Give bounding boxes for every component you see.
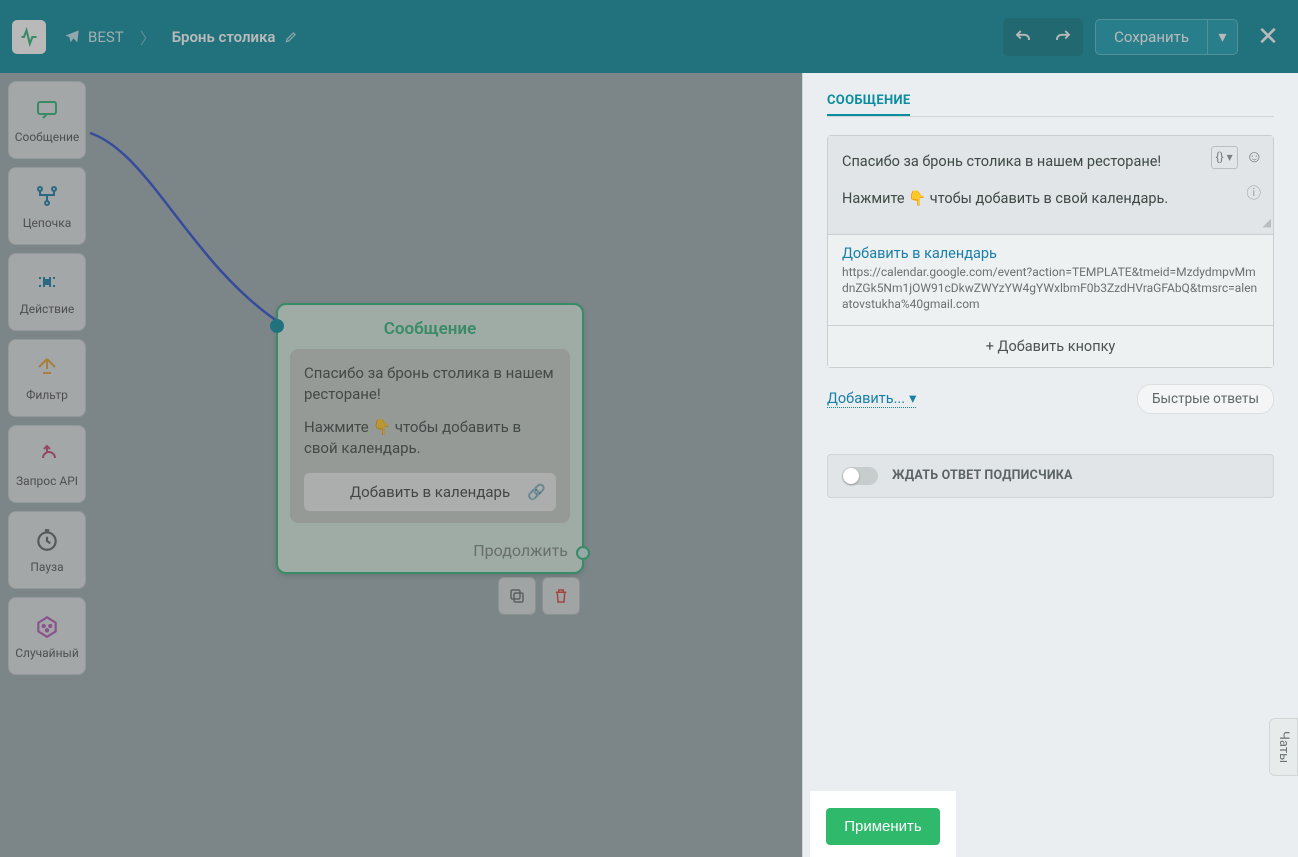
node-button-label: Добавить в календарь (350, 483, 510, 501)
editor-line1: Спасибо за бронь столика в нашем рестора… (842, 150, 1213, 173)
copy-icon (508, 587, 526, 605)
bot-name: BEST (88, 28, 124, 46)
tool-label: Пауза (30, 560, 63, 574)
api-icon (33, 440, 61, 468)
breadcrumb: BEST 〉 Бронь столика (64, 25, 1003, 49)
editor-textarea[interactable]: Спасибо за бронь столика в нашем рестора… (828, 136, 1273, 234)
redo-icon (1054, 28, 1072, 46)
button-url: https://calendar.google.com/event?action… (842, 264, 1259, 313)
top-actions: Сохранить ▾ ✕ (1003, 18, 1286, 56)
add-button[interactable]: + Добавить кнопку (828, 325, 1273, 367)
node-text-line1: Спасибо за бронь столика в нашем рестора… (304, 363, 556, 405)
random-icon (33, 612, 61, 640)
duplicate-button[interactable] (498, 577, 536, 615)
quick-replies-button[interactable]: Быстрые ответы (1137, 384, 1274, 414)
node-text: Спасибо за бронь столика в нашем рестора… (304, 363, 556, 459)
wait-toggle[interactable] (842, 467, 878, 485)
button-config[interactable]: Добавить в календарь https://calendar.go… (828, 234, 1273, 325)
close-icon: ✕ (1257, 22, 1279, 52)
tool-api[interactable]: Запрос API (8, 425, 86, 503)
message-editor: Спасибо за бронь столика в нашем рестора… (827, 135, 1274, 368)
node-button[interactable]: Добавить в календарь 🔗 (304, 473, 556, 511)
wait-label: ЖДАТЬ ОТВЕТ ПОДПИСЧИКА (892, 468, 1073, 483)
pulse-icon (19, 27, 39, 47)
node-title: Сообщение (278, 305, 582, 349)
save-group: Сохранить ▾ (1095, 19, 1238, 55)
node-text-line2: Нажмите 👇 чтобы добавить в свой календар… (304, 417, 556, 459)
tool-label: Случайный (15, 646, 79, 660)
node-continue[interactable]: Продолжить (278, 535, 582, 572)
wait-response-block: ЖДАТЬ ОТВЕТ ПОДПИСЧИКА (827, 454, 1274, 498)
chevron-down-icon: ▾ (909, 390, 916, 407)
info-icon[interactable]: ⓘ (1247, 182, 1262, 205)
save-dropdown[interactable]: ▾ (1207, 20, 1237, 54)
resize-handle[interactable]: ◢ (1263, 214, 1271, 232)
editor-footer-row: Добавить... ▾ Быстрые ответы (827, 384, 1274, 414)
add-element-label: Добавить... (827, 390, 905, 407)
telegram-icon (64, 29, 80, 45)
tool-pause[interactable]: Пауза (8, 511, 86, 589)
delete-button[interactable] (542, 577, 580, 615)
node-port-out[interactable] (576, 546, 590, 560)
trash-icon (552, 587, 570, 605)
top-bar: BEST 〉 Бронь столика Сохранить ▾ ✕ (0, 0, 1298, 73)
variable-button[interactable]: {} ▾ (1211, 146, 1238, 169)
chats-tab[interactable]: Чаты (1269, 718, 1298, 776)
tool-label: Фильтр (26, 388, 68, 402)
apply-button[interactable]: Применить (826, 808, 940, 845)
node-port-in[interactable] (270, 319, 284, 333)
editor-tools: {} ▾ ☺ (1211, 144, 1263, 171)
logo-button[interactable] (12, 20, 46, 54)
pause-icon (33, 526, 61, 554)
link-icon: 🔗 (527, 483, 546, 501)
tool-random[interactable]: Случайный (8, 597, 86, 675)
redo-button[interactable] (1043, 18, 1083, 56)
chevron-right-icon: 〉 (140, 25, 156, 49)
flow-name: Бронь столика (172, 28, 276, 46)
undo-redo-group (1003, 18, 1083, 56)
node-actions (498, 577, 580, 615)
breadcrumb-flow[interactable]: Бронь столика (172, 28, 298, 46)
breadcrumb-bot[interactable]: BEST (64, 28, 124, 46)
node-body: Спасибо за бронь столика в нашем рестора… (290, 349, 570, 523)
save-button[interactable]: Сохранить (1096, 20, 1207, 54)
undo-button[interactable] (1003, 18, 1043, 56)
add-element-link[interactable]: Добавить... ▾ (827, 390, 916, 408)
tool-label: Запрос API (16, 474, 78, 488)
emoji-button[interactable]: ☺ (1246, 144, 1263, 171)
undo-icon (1014, 28, 1032, 46)
edit-icon[interactable] (284, 30, 298, 44)
close-button[interactable]: ✕ (1250, 22, 1286, 52)
divider (827, 116, 1274, 117)
side-panel: СООБЩЕНИЕ Спасибо за бронь столика в наш… (802, 73, 1298, 857)
editor-line2: Нажмите 👇 чтобы добавить в свой календар… (842, 187, 1213, 210)
button-title: Добавить в календарь (842, 245, 1259, 262)
apply-highlight: Применить (814, 795, 952, 857)
message-node[interactable]: Сообщение Спасибо за бронь столика в наш… (276, 303, 584, 574)
panel-title: СООБЩЕНИЕ (827, 93, 910, 116)
